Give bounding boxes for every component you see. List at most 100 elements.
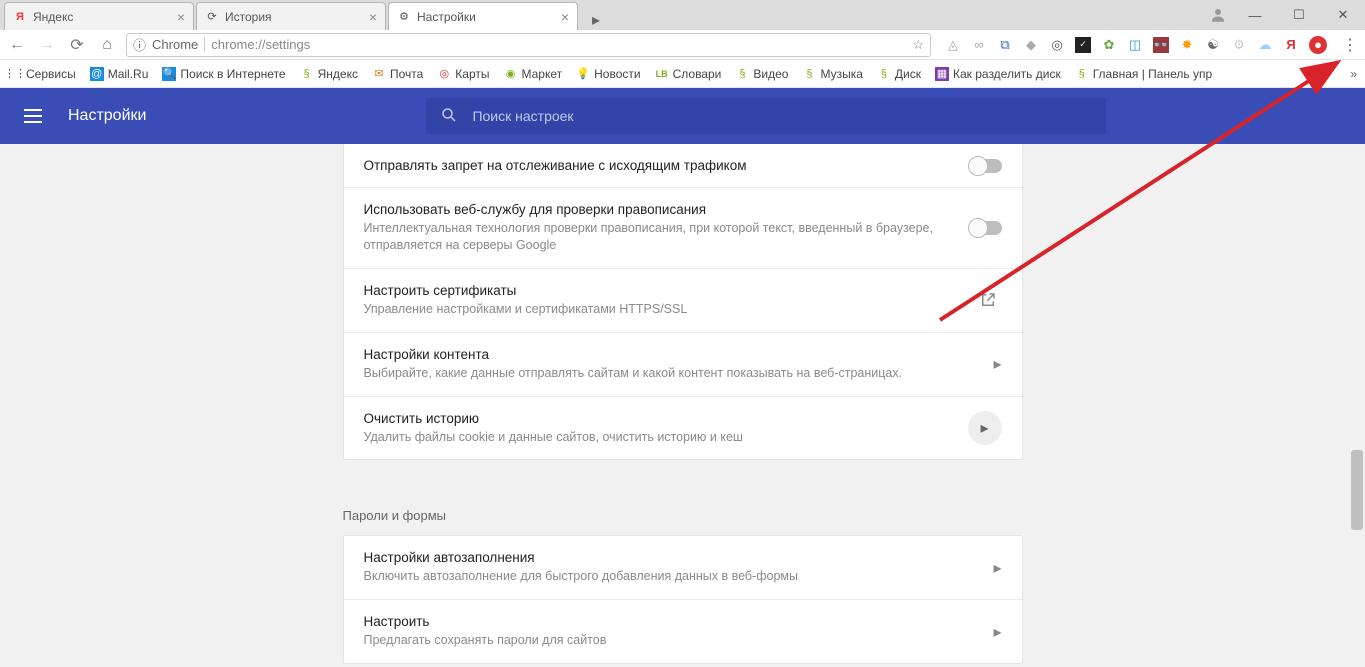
bookmark-music[interactable]: § Музыка <box>802 67 862 81</box>
ext-icon[interactable]: ☁ <box>1257 37 1273 53</box>
setting-row-autofill[interactable]: Настройки автозаполнения Включить автоза… <box>344 536 1022 599</box>
minimize-button[interactable]: — <box>1233 0 1277 30</box>
omnibox-origin-label: Chrome <box>152 37 205 52</box>
bookmark-mailru[interactable]: @Mail.Ru <box>90 67 149 81</box>
ext-icon[interactable]: ◎ <box>1049 37 1065 53</box>
bookmark-disk[interactable]: §Диск <box>877 67 921 81</box>
back-button[interactable]: ← <box>6 34 28 56</box>
passwords-card: Настройки автозаполнения Включить автоза… <box>343 535 1023 664</box>
market-icon: ◉ <box>504 67 518 81</box>
setting-row-clear-history[interactable]: Очистить историю Удалить файлы cookie и … <box>344 396 1022 460</box>
bookmark-label: Музыка <box>820 67 862 81</box>
row-title: Настроить <box>364 614 994 629</box>
setting-row-spellcheck[interactable]: Использовать веб-службу для проверки пра… <box>344 187 1022 268</box>
setting-row-content[interactable]: Настройки контента Выбирайте, какие данн… <box>344 332 1022 396</box>
row-title: Использовать веб-службу для проверки пра… <box>364 202 970 217</box>
ext-icon[interactable]: ✸ <box>1179 37 1195 53</box>
chevron-right-icon: ▸ <box>993 622 1001 642</box>
yandex-icon: Я <box>13 10 27 24</box>
bookmark-yandex[interactable]: §Яндекс <box>300 67 358 81</box>
gear-icon: ⚙ <box>397 10 411 24</box>
row-subtitle: Удалить файлы cookie и данные сайтов, оч… <box>364 429 968 446</box>
yandex-ext-icon[interactable]: Я <box>1283 37 1299 53</box>
bookmark-label: Как разделить диск <box>953 67 1061 81</box>
omnibox[interactable]: ⓘ Chrome chrome://settings ☆ <box>126 33 931 57</box>
chevron-right-icon: ▸ <box>993 558 1001 578</box>
row-subtitle: Интеллектуальная технология проверки пра… <box>364 220 970 254</box>
ext-icon[interactable]: ◬ <box>945 37 961 53</box>
bookmark-partition[interactable]: ▦ Как разделить диск <box>935 67 1061 81</box>
settings-search[interactable]: Поиск настроек <box>426 98 1106 134</box>
setting-row-passwords[interactable]: Настроить Предлагать сохранять пароли дл… <box>344 599 1022 663</box>
video-icon: § <box>735 67 749 81</box>
tab-history[interactable]: ⟳ История × <box>196 2 386 30</box>
bookmark-label: Поиск в Интернете <box>180 67 285 81</box>
setting-row-dnt[interactable]: Отправлять запрет на отслеживание с исхо… <box>344 144 1022 187</box>
close-icon[interactable]: × <box>177 9 185 25</box>
search-icon <box>440 106 458 127</box>
apps-icon: ⋮⋮ <box>8 67 22 81</box>
bookmark-mail[interactable]: ✉Почта <box>372 67 423 81</box>
search-placeholder: Поиск настроек <box>472 108 573 124</box>
bookmark-label: Видео <box>753 67 788 81</box>
browser-menu-button[interactable]: ⋮ <box>1341 35 1359 55</box>
tab-settings[interactable]: ⚙ Настройки × <box>388 2 578 30</box>
profile-icon[interactable] <box>1203 0 1233 30</box>
bookmark-label: Яндекс <box>318 67 358 81</box>
bookmark-apps[interactable]: ⋮⋮Сервисы <box>8 67 76 81</box>
toolbar: ← → ⟳ ⌂ ⓘ Chrome chrome://settings ☆ ◬ ∞… <box>0 30 1365 60</box>
bookmark-cpanel[interactable]: §Главная | Панель упр <box>1075 67 1212 81</box>
cpanel-icon: § <box>1075 67 1089 81</box>
close-icon[interactable]: × <box>369 9 377 25</box>
maximize-button[interactable]: ☐ <box>1277 0 1321 30</box>
maps-icon: ◎ <box>437 67 451 81</box>
row-subtitle: Управление настройками и сертификатами H… <box>364 301 974 318</box>
toggle-switch[interactable] <box>970 221 1002 235</box>
row-title: Настройки контента <box>364 347 994 362</box>
ext-icon[interactable]: ⧉ <box>997 37 1013 53</box>
ext-icon[interactable]: ● <box>1309 36 1327 54</box>
row-title: Отправлять запрет на отслеживание с исхо… <box>364 158 970 173</box>
setting-row-certificates[interactable]: Настроить сертификаты Управление настрой… <box>344 268 1022 332</box>
bookmark-label: Словари <box>673 67 722 81</box>
home-button[interactable]: ⌂ <box>96 34 118 56</box>
partition-icon: ▦ <box>935 67 949 81</box>
section-passwords-label: Пароли и формы <box>343 508 1023 523</box>
tab-yandex[interactable]: Я Яндекс × <box>4 2 194 30</box>
ext-icon[interactable]: ∞ <box>971 37 987 53</box>
new-tab-button[interactable]: ▸ <box>584 10 608 30</box>
close-icon[interactable]: × <box>561 9 569 25</box>
menu-button[interactable] <box>24 104 48 128</box>
scrollbar-thumb[interactable] <box>1351 450 1363 530</box>
extensions: ◬ ∞ ⧉ ◆ ◎ ✓ ✿ ◫ 👓 ✸ ☯ ⚙ ☁ Я ● <box>939 36 1333 54</box>
history-icon: ⟳ <box>205 10 219 24</box>
ext-icon[interactable]: ✓ <box>1075 37 1091 53</box>
toggle-switch[interactable] <box>970 159 1002 173</box>
bookmark-news[interactable]: 💡Новости <box>576 67 640 81</box>
reload-button[interactable]: ⟳ <box>66 34 88 56</box>
ext-icon[interactable]: ✿ <box>1101 37 1117 53</box>
bookmark-video[interactable]: § Видео <box>735 67 788 81</box>
bookmark-maps[interactable]: ◎ Карты <box>437 67 489 81</box>
search-icon: 🔍 <box>162 67 176 81</box>
row-title: Очистить историю <box>364 411 968 426</box>
forward-button[interactable]: → <box>36 34 58 56</box>
close-window-button[interactable]: ✕ <box>1321 0 1365 30</box>
bookmark-dict[interactable]: LBСловари <box>655 67 722 81</box>
bookmark-market[interactable]: ◉Маркет <box>504 67 563 81</box>
tab-label: Настройки <box>417 10 476 24</box>
bookmarks-bar: ⋮⋮Сервисы @Mail.Ru 🔍Поиск в Интернете §Я… <box>0 60 1365 88</box>
ext-icon[interactable]: 👓 <box>1153 37 1169 53</box>
clear-history-button[interactable]: ▸ <box>968 411 1002 445</box>
bookmark-star-icon[interactable]: ☆ <box>912 37 924 53</box>
row-subtitle: Выбирайте, какие данные отправлять сайта… <box>364 365 994 382</box>
bookmark-label: Карты <box>455 67 489 81</box>
music-icon: § <box>802 67 816 81</box>
bookmark-search[interactable]: 🔍 Поиск в Интернете <box>162 67 285 81</box>
ext-icon[interactable]: ◫ <box>1127 37 1143 53</box>
open-external-icon[interactable] <box>974 286 1002 314</box>
ext-icon[interactable]: ☯ <box>1205 37 1221 53</box>
bookmarks-overflow[interactable]: » <box>1350 67 1357 81</box>
ext-icon[interactable]: ◆ <box>1023 37 1039 53</box>
ext-icon[interactable]: ⚙ <box>1231 37 1247 53</box>
